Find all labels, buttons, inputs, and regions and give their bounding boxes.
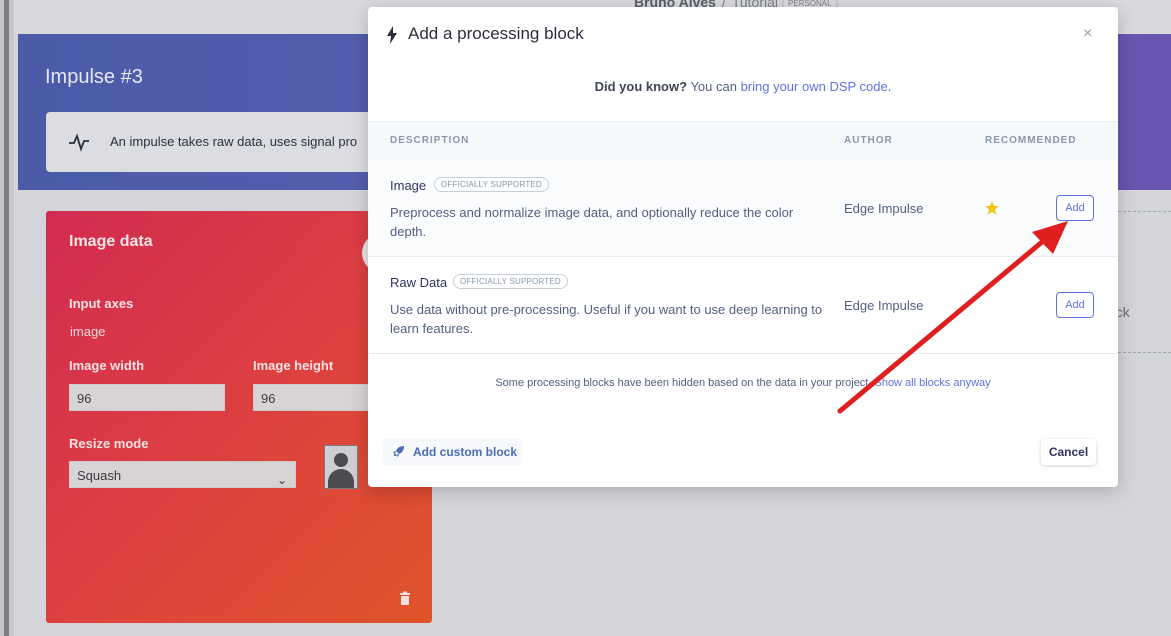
resize-mode-label: Resize mode [69,436,149,451]
blocks-table-header: DESCRIPTION AUTHOR RECOMMENDED [368,121,1118,161]
supported-badge: OFFICIALLY SUPPORTED [434,177,549,192]
block-name: Image [390,178,427,193]
modal-title: Add a processing block [408,24,584,43]
star-icon [985,201,999,215]
block-author: Edge Impulse [844,201,924,216]
impulse-info-box: An impulse takes raw data, uses signal p… [46,112,406,172]
dsp-code-link[interactable]: bring your own DSP code [741,79,888,94]
trash-icon[interactable] [398,591,412,605]
left-scroll-rail [0,0,14,636]
add-learning-block-placeholder[interactable]: ock [1108,211,1171,353]
add-custom-block-button[interactable]: Add custom block [383,439,522,465]
block-description: Use data without pre-processing. Useful … [390,302,823,336]
resize-mode-value: Squash [77,468,122,483]
resize-mode-select[interactable]: Squash ⌄ [69,461,296,488]
custom-block-label: Add custom block [413,445,518,459]
block-description: Preprocess and normalize image data, and… [390,205,794,239]
block-author: Edge Impulse [844,298,924,313]
image-width-label: Image width [69,358,145,373]
impulse-info-text: An impulse takes raw data, uses signal p… [110,134,358,149]
add-raw-data-block-button[interactable]: Add [1056,292,1094,318]
modal-header: Add a processing block × [368,7,1118,61]
hidden-blocks-note: Some processing blocks have been hidden … [368,377,1118,389]
add-image-block-button[interactable]: Add [1056,195,1094,221]
table-row: Raw Data OFFICIALLY SUPPORTED Use data w… [368,257,1118,354]
image-width-input[interactable]: 96 [69,384,225,411]
dsp-tip: Did you know? You can bring your own DSP… [368,79,1118,94]
image-height-label: Image height [253,358,334,373]
table-row: Image OFFICIALLY SUPPORTED Preprocess an… [368,160,1118,257]
show-all-blocks-link[interactable]: Show all blocks anyway [874,377,990,389]
page-title: Impulse #3 [45,66,143,88]
add-processing-block-modal: Add a processing block × Did you know? Y… [368,7,1118,487]
col-recommended: RECOMMENDED [985,135,1077,146]
tip-bold: Did you know? [594,79,688,94]
tip-text: You can [687,79,741,94]
col-description: DESCRIPTION [390,135,470,146]
supported-badge: OFFICIALLY SUPPORTED [453,274,568,289]
close-icon[interactable]: × [1083,25,1092,43]
block-name: Raw Data [390,275,448,290]
bolt-icon [387,26,397,44]
rocket-icon [393,446,404,457]
image-data-title: Image data [69,233,153,250]
pulse-icon [69,133,89,152]
person-placeholder-icon [324,445,358,489]
col-author: AUTHOR [844,135,893,146]
cancel-button[interactable]: Cancel [1041,439,1096,465]
image-height-input[interactable]: 96 [253,384,373,411]
input-axes-label: Input axes [69,296,134,311]
chevron-down-icon: ⌄ [276,473,287,487]
tip-end: . [887,79,892,94]
hidden-note-text: Some processing blocks have been hidden … [495,377,875,389]
input-axes-value: image [70,324,106,339]
